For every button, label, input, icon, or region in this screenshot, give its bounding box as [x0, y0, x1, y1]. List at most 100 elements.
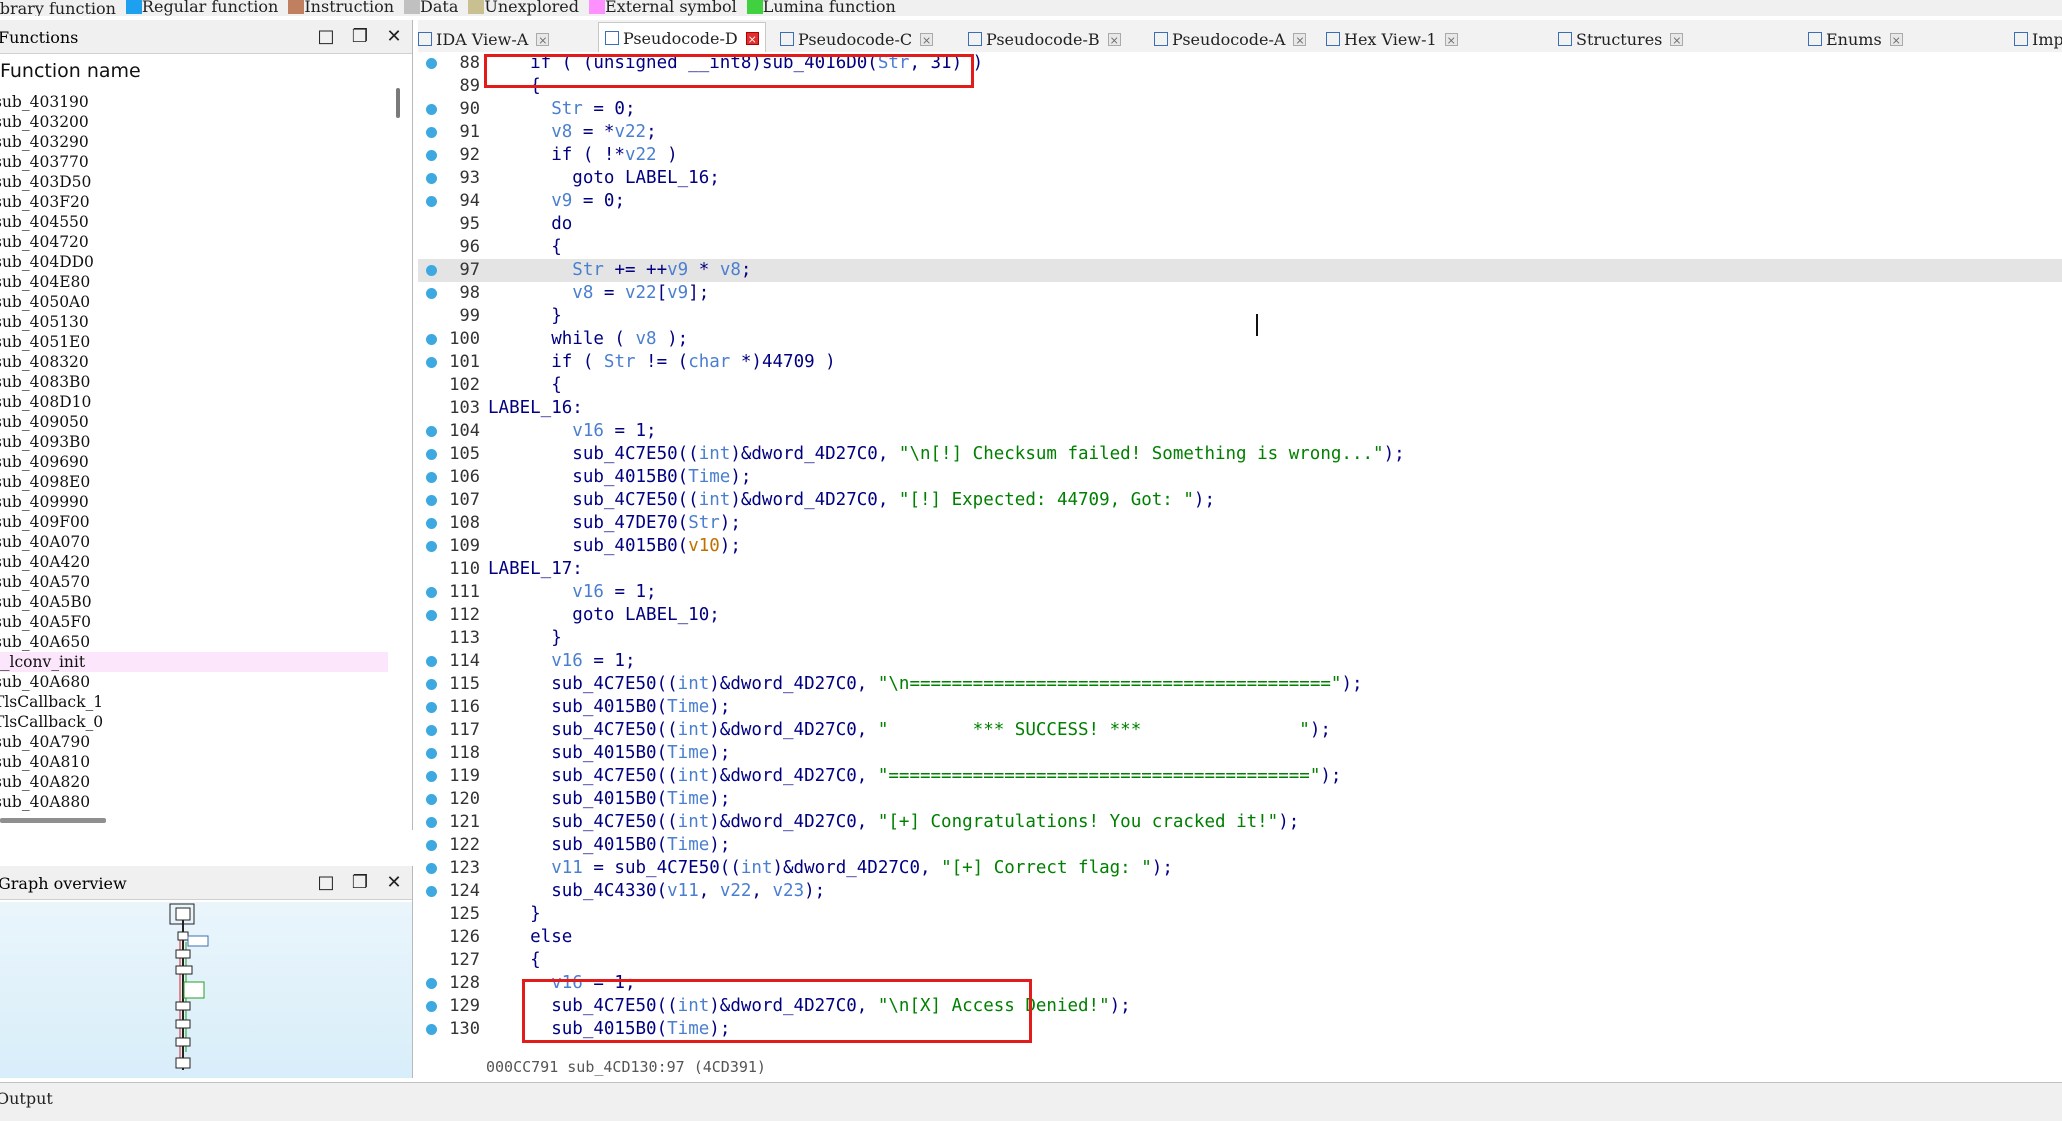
tab-pseudocode-a[interactable]: Pseudocode-A ×: [1154, 26, 1307, 52]
code-line[interactable]: 108 sub_47DE70(Str);: [418, 512, 2062, 535]
function-list-item[interactable]: sub_4098E0: [0, 472, 388, 492]
breakpoint-dot-icon[interactable]: [426, 748, 437, 759]
function-list-item[interactable]: sub_403200: [0, 112, 388, 132]
code-line[interactable]: 101 if ( Str != (char *)44709 ): [418, 351, 2062, 374]
breakpoint-dot-icon[interactable]: [426, 173, 437, 184]
tab-pseudocode-b[interactable]: Pseudocode-B ×: [968, 26, 1121, 52]
function-list-item[interactable]: sub_408D10: [0, 392, 388, 412]
function-list-item[interactable]: sub_403190: [0, 92, 388, 112]
function-list-item[interactable]: sub_4093B0: [0, 432, 388, 452]
code-line[interactable]: 92 if ( !*v22 ): [418, 144, 2062, 167]
function-list-item[interactable]: sub_4083B0: [0, 372, 388, 392]
code-line[interactable]: 114 v16 = 1;: [418, 650, 2062, 673]
tab-pseudocode-d[interactable]: Pseudocode-D ×: [598, 22, 766, 53]
code-line[interactable]: 91 v8 = *v22;: [418, 121, 2062, 144]
function-list-item[interactable]: sub_403290: [0, 132, 388, 152]
code-line[interactable]: 117 sub_4C7E50((int)&dword_4D27C0, " ***…: [418, 719, 2062, 742]
function-list-item[interactable]: sub_404DD0: [0, 252, 388, 272]
breakpoint-dot-icon[interactable]: [426, 863, 437, 874]
breakpoint-dot-icon[interactable]: [426, 127, 437, 138]
breakpoint-dot-icon[interactable]: [426, 978, 437, 989]
tab-close-icon[interactable]: ×: [745, 31, 759, 46]
function-list-item[interactable]: sub_40A570: [0, 572, 388, 592]
breakpoint-dot-icon[interactable]: [426, 495, 437, 506]
code-line[interactable]: 125 }: [418, 903, 2062, 926]
function-list-item[interactable]: sub_40A880: [0, 792, 388, 812]
tab-imports[interactable]: Imports×: [2014, 26, 2062, 52]
code-line[interactable]: 119 sub_4C7E50((int)&dword_4D27C0, "====…: [418, 765, 2062, 788]
maximize-icon[interactable]: □: [316, 26, 336, 47]
breakpoint-dot-icon[interactable]: [426, 702, 437, 713]
restore-icon[interactable]: ❐: [350, 26, 370, 47]
function-list-item[interactable]: sub_40A420: [0, 552, 388, 572]
function-list-item[interactable]: sub_409690: [0, 452, 388, 472]
breakpoint-dot-icon[interactable]: [426, 610, 437, 621]
function-list-item[interactable]: sub_40A820: [0, 772, 388, 792]
breakpoint-dot-icon[interactable]: [426, 794, 437, 805]
breakpoint-dot-icon[interactable]: [426, 426, 437, 437]
code-line[interactable]: 123 v11 = sub_4C7E50((int)&dword_4D27C0,…: [418, 857, 2062, 880]
function-list-item[interactable]: sub_409990: [0, 492, 388, 512]
breakpoint-dot-icon[interactable]: [426, 541, 437, 552]
breakpoint-dot-icon[interactable]: [426, 265, 437, 276]
code-line[interactable]: 122 sub_4015B0(Time);: [418, 834, 2062, 857]
breakpoint-dot-icon[interactable]: [426, 288, 437, 299]
tab-close-icon[interactable]: ×: [920, 32, 934, 47]
breakpoint-dot-icon[interactable]: [426, 357, 437, 368]
breakpoint-dot-icon[interactable]: [426, 1024, 437, 1035]
tab-close-icon[interactable]: ×: [536, 32, 550, 47]
code-line[interactable]: 103 LABEL_16:: [418, 397, 2062, 420]
function-list-item[interactable]: sub_40A070: [0, 532, 388, 552]
tab-enums[interactable]: Enums ×: [1808, 26, 1903, 52]
code-line[interactable]: 95 do: [418, 213, 2062, 236]
code-line[interactable]: 97 Str += ++v9 * v8;: [418, 259, 2062, 282]
code-line[interactable]: 106 sub_4015B0(Time);: [418, 466, 2062, 489]
code-line[interactable]: 112 goto LABEL_10;: [418, 604, 2062, 627]
tab-close-icon[interactable]: ×: [1444, 32, 1458, 47]
breakpoint-dot-icon[interactable]: [426, 104, 437, 115]
code-line[interactable]: 99 }: [418, 305, 2062, 328]
code-line[interactable]: 109 sub_4015B0(v10);: [418, 535, 2062, 558]
code-line[interactable]: 110 LABEL_17:: [418, 558, 2062, 581]
code-line[interactable]: 120 sub_4015B0(Time);: [418, 788, 2062, 811]
function-list-item[interactable]: sub_404720: [0, 232, 388, 252]
graph-overview-canvas[interactable]: [0, 902, 412, 1078]
code-line[interactable]: 102 {: [418, 374, 2062, 397]
breakpoint-dot-icon[interactable]: [426, 1001, 437, 1012]
breakpoint-dot-icon[interactable]: [426, 725, 437, 736]
tab-close-icon[interactable]: ×: [1293, 32, 1307, 47]
breakpoint-dot-icon[interactable]: [426, 334, 437, 345]
breakpoint-dot-icon[interactable]: [426, 472, 437, 483]
function-list-item[interactable]: TlsCallback_0: [0, 712, 388, 732]
code-line[interactable]: 124 sub_4C4330(v11, v22, v23);: [418, 880, 2062, 903]
code-line[interactable]: 98 v8 = v22[v9];: [418, 282, 2062, 305]
function-name-column-header[interactable]: Function name: [0, 60, 141, 82]
function-list-item[interactable]: sub_4050A0: [0, 292, 388, 312]
breakpoint-dot-icon[interactable]: [426, 679, 437, 690]
code-line[interactable]: 104 v16 = 1;: [418, 420, 2062, 443]
close-icon[interactable]: ✕: [384, 872, 404, 893]
function-list-item[interactable]: sub_40A790: [0, 732, 388, 752]
function-list-item[interactable]: sub_409050: [0, 412, 388, 432]
function-list-item[interactable]: sub_40A680: [0, 672, 388, 692]
function-list-item[interactable]: sub_404550: [0, 212, 388, 232]
code-line[interactable]: 96 {: [418, 236, 2062, 259]
pseudocode-view[interactable]: 88 if ( (unsigned __int8)sub_4016D0(Str,…: [418, 52, 2062, 1052]
code-line[interactable]: 105 sub_4C7E50((int)&dword_4D27C0, "\n[!…: [418, 443, 2062, 466]
breakpoint-dot-icon[interactable]: [426, 886, 437, 897]
tab-close-icon[interactable]: ×: [1107, 32, 1121, 47]
function-list-item[interactable]: sub_40A650: [0, 632, 388, 652]
tab-structures[interactable]: Structures ×: [1558, 26, 1684, 52]
code-line[interactable]: 113 }: [418, 627, 2062, 650]
breakpoint-dot-icon[interactable]: [426, 771, 437, 782]
tab-pseudocode-c[interactable]: Pseudocode-C ×: [780, 26, 934, 52]
tab-close-icon[interactable]: ×: [1889, 32, 1903, 47]
function-list-item[interactable]: __lconv_init: [0, 652, 388, 672]
function-list-item[interactable]: sub_403770: [0, 152, 388, 172]
function-list-item[interactable]: sub_405130: [0, 312, 388, 332]
breakpoint-dot-icon[interactable]: [426, 518, 437, 529]
function-list-item[interactable]: TlsCallback_1: [0, 692, 388, 712]
tab-hex-view-1[interactable]: Hex View-1 ×: [1326, 26, 1458, 52]
function-list-item[interactable]: sub_403F20: [0, 192, 388, 212]
code-line[interactable]: 116 sub_4015B0(Time);: [418, 696, 2062, 719]
